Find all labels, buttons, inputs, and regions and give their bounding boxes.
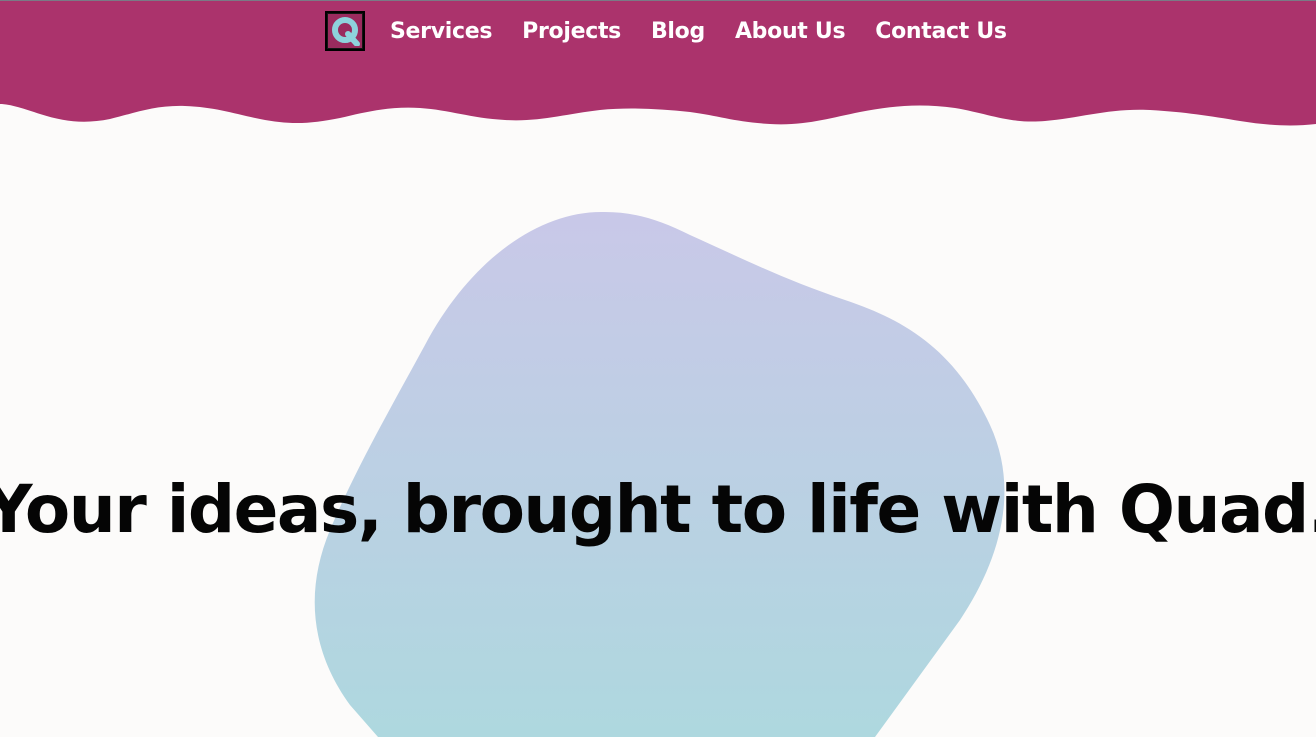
hero-heading: Your ideas, brought to life with Quad. [0,471,1316,548]
q-letter-icon [332,17,360,46]
nav-link-services[interactable]: Services [390,19,492,44]
header-top-border [0,0,1316,1]
site-header: Services Projects Blog About Us Contact … [0,0,1316,130]
page: Services Projects Blog About Us Contact … [0,0,1316,737]
logo-tile [328,14,362,48]
nav-link-about-us[interactable]: About Us [735,19,846,44]
quad-logo-icon[interactable] [325,11,365,51]
nav-link-projects[interactable]: Projects [522,19,621,44]
main-nav: Services Projects Blog About Us Contact … [325,11,1007,51]
nav-link-contact-us[interactable]: Contact Us [875,19,1007,44]
nav-link-blog[interactable]: Blog [651,19,705,44]
